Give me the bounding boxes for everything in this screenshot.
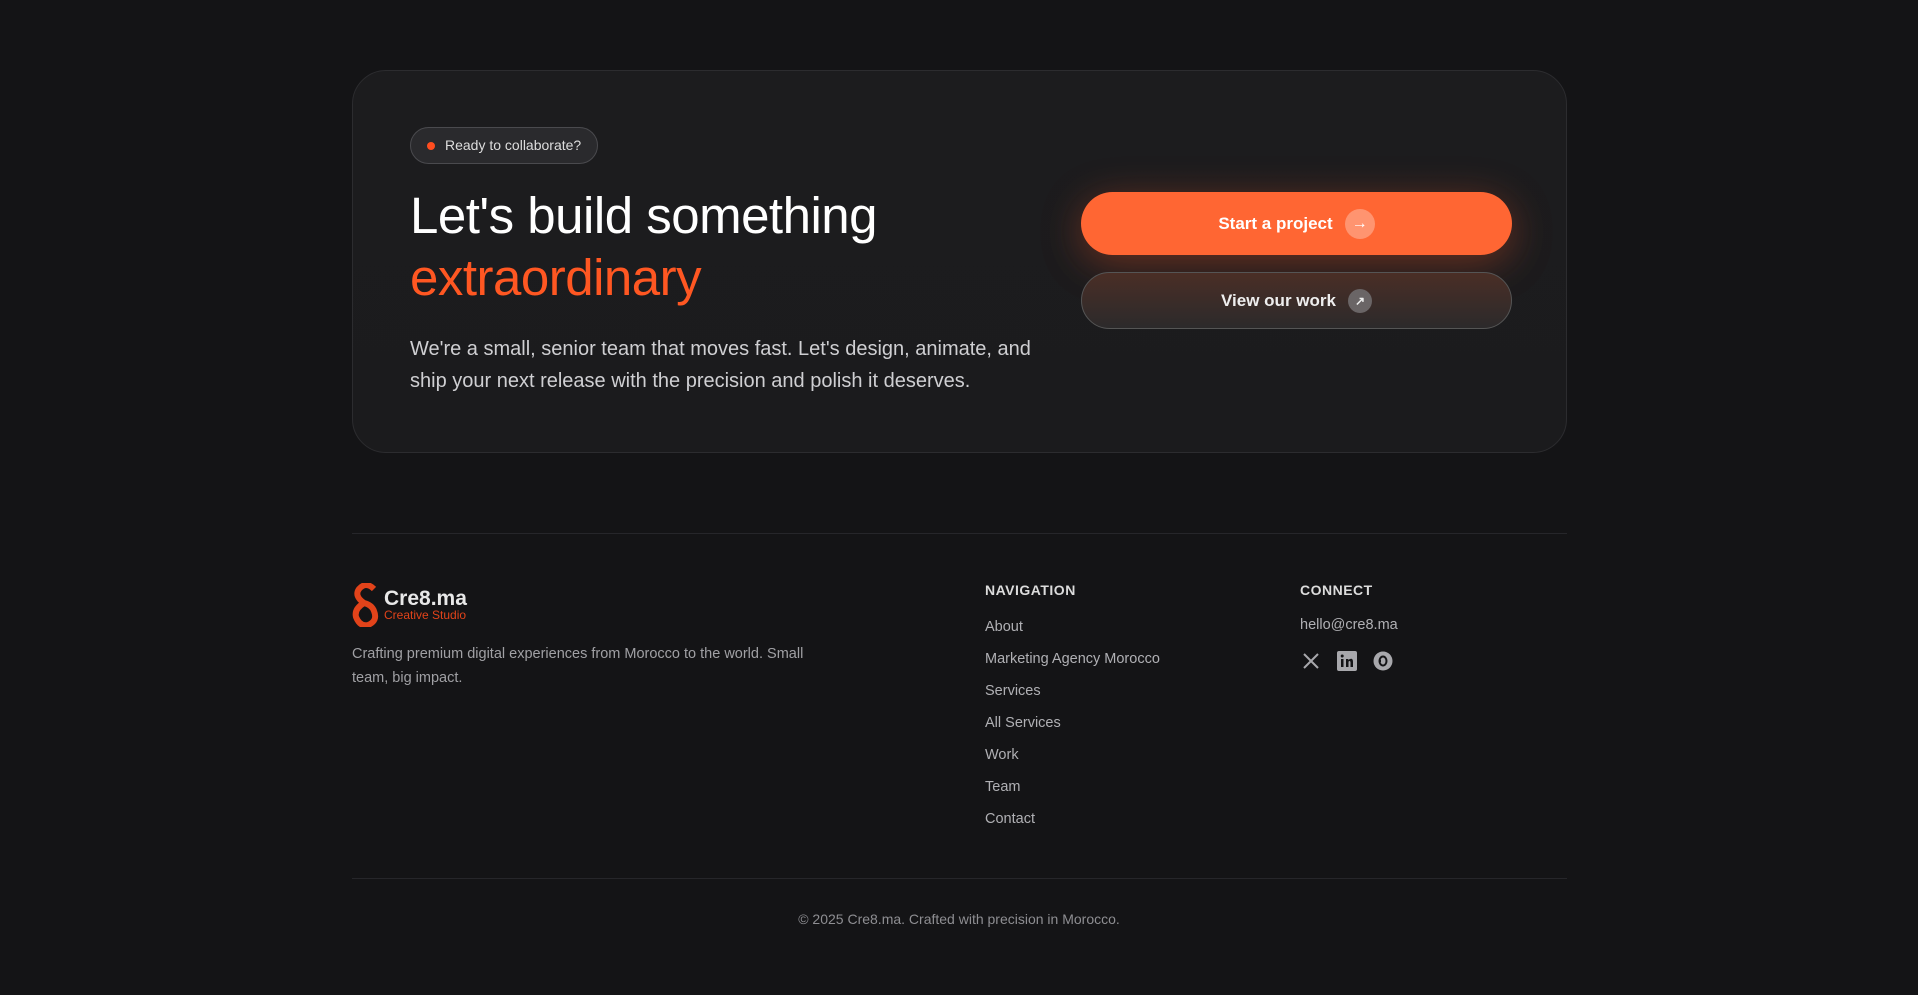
- logo-mark-icon: [352, 583, 379, 627]
- badge-label: Ready to collaborate?: [445, 137, 582, 153]
- navigation-heading: NAVIGATION: [985, 582, 1076, 598]
- button-label: Start a project: [1218, 213, 1333, 233]
- nav-link-contact[interactable]: Contact: [985, 809, 1160, 841]
- arrow-up-right-icon: ↗: [1347, 288, 1372, 313]
- status-badge: Ready to collaborate?: [410, 127, 599, 164]
- x-icon[interactable]: [1300, 650, 1322, 672]
- connect-heading: CONNECT: [1300, 582, 1373, 598]
- cta-paragraph: We're a small, senior team that moves fa…: [410, 338, 1031, 392]
- button-label: View our work: [1221, 290, 1336, 310]
- nav-link-about[interactable]: About: [985, 617, 1160, 649]
- email-link[interactable]: hello@cre8.ma: [1300, 617, 1398, 633]
- cta-card: Ready to collaborate? Let's build someth…: [352, 70, 1567, 453]
- heading-line1: Let's build something: [410, 187, 878, 244]
- view-work-button[interactable]: View our work ↗: [1081, 272, 1512, 329]
- logo[interactable]: Cre8.ma Creative Studio: [352, 583, 467, 627]
- nav-link-all-services[interactable]: All Services: [985, 713, 1160, 745]
- social-links: [1300, 650, 1394, 672]
- linkedin-icon[interactable]: [1336, 650, 1358, 672]
- arrow-right-icon: →: [1344, 208, 1375, 239]
- nav-link-team[interactable]: Team: [985, 777, 1160, 809]
- start-project-button[interactable]: Start a project →: [1081, 192, 1512, 255]
- footer-description: Crafting premium digital experiences fro…: [352, 646, 804, 686]
- behance-icon[interactable]: [1372, 650, 1394, 672]
- logo-name: Cre8.ma: [384, 586, 467, 610]
- copyright: © 2025 Cre8.ma. Crafted with precision i…: [798, 911, 1120, 927]
- nav-link-work[interactable]: Work: [985, 745, 1160, 777]
- footer-navigation: About Marketing Agency Morocco Services …: [985, 617, 1160, 841]
- divider: [352, 533, 1567, 534]
- logo-tagline: Creative Studio: [384, 607, 467, 622]
- nav-link-services[interactable]: Services: [985, 681, 1160, 713]
- nav-link-marketing-agency-morocco[interactable]: Marketing Agency Morocco: [985, 649, 1160, 681]
- heading-accent: extraordinary: [410, 249, 702, 306]
- divider: [352, 878, 1567, 879]
- cta-heading: Let's build something extraordinary: [410, 185, 878, 309]
- status-dot-icon: [427, 142, 435, 150]
